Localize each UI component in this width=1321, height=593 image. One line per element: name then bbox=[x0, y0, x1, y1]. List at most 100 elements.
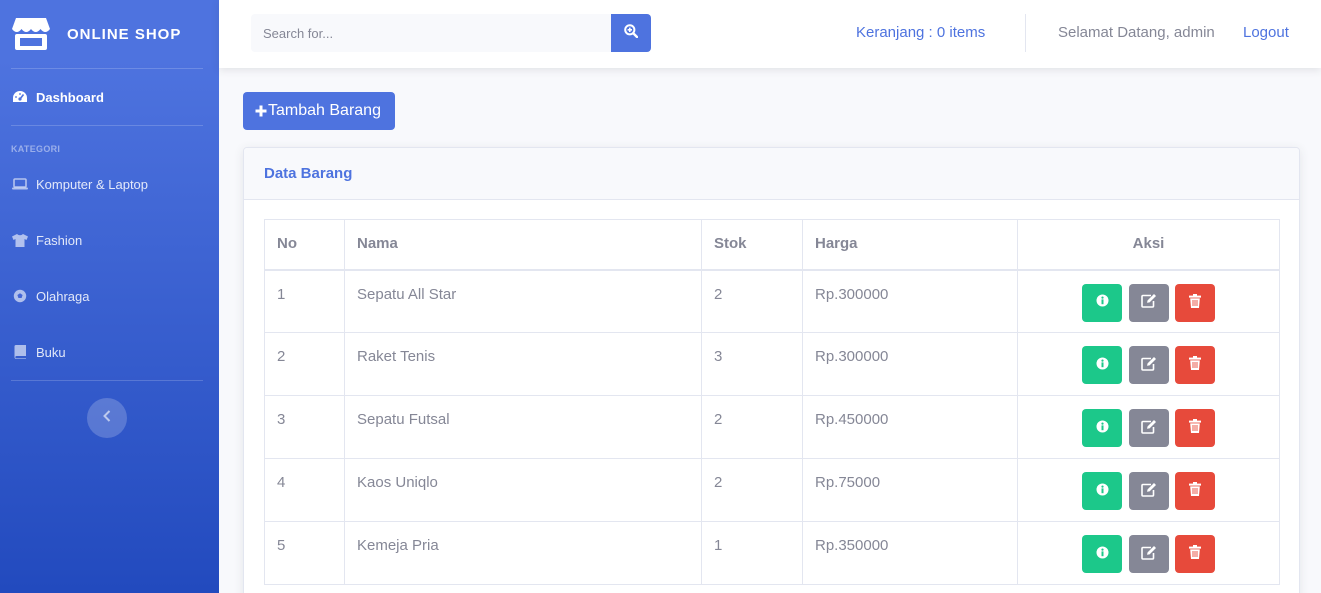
info-circle-icon bbox=[1096, 483, 1109, 500]
delete-button[interactable] bbox=[1174, 283, 1215, 322]
football-icon bbox=[12, 289, 28, 303]
cell-aksi bbox=[1017, 269, 1280, 333]
cell-aksi bbox=[1017, 332, 1280, 396]
cell-harga: Rp.300000 bbox=[802, 332, 1018, 396]
cell-stok: 3 bbox=[701, 332, 803, 396]
sidebar-item-dashboard[interactable]: Dashboard bbox=[0, 69, 219, 125]
cell-stok: 2 bbox=[701, 458, 803, 522]
chevron-left-icon bbox=[103, 409, 111, 427]
cell-nama: Kaos Uniqlo bbox=[344, 458, 702, 522]
edit-icon bbox=[1140, 419, 1157, 438]
card-header: Data Barang bbox=[244, 148, 1299, 200]
add-item-button[interactable]: Tambah Barang bbox=[243, 92, 395, 130]
cart-link[interactable]: Keranjang : 0 items bbox=[856, 24, 985, 41]
cell-stok: 2 bbox=[701, 395, 803, 459]
edit-button[interactable] bbox=[1128, 283, 1169, 322]
edit-icon bbox=[1140, 545, 1157, 564]
cell-no: 3 bbox=[264, 395, 345, 459]
table-header-row: No Nama Stok Harga Aksi bbox=[264, 219, 1280, 271]
topbar: Keranjang : 0 items Selamat Datang, admi… bbox=[219, 0, 1321, 68]
logout-link[interactable]: Logout bbox=[1243, 24, 1289, 41]
cell-aksi bbox=[1017, 395, 1280, 459]
search-plus-icon bbox=[624, 23, 639, 43]
sidebar: ONLINE SHOP Dashboard KATEGORI Komputer … bbox=[0, 0, 219, 593]
trash-icon bbox=[1188, 482, 1201, 500]
edit-button[interactable] bbox=[1128, 535, 1169, 573]
sidebar-item-fashion[interactable]: Fashion bbox=[0, 212, 219, 268]
column-header-nama: Nama bbox=[344, 219, 702, 271]
sidebar-item-olahraga[interactable]: Olahraga bbox=[0, 268, 219, 324]
column-header-aksi: Aksi bbox=[1017, 219, 1280, 271]
info-circle-icon bbox=[1096, 546, 1109, 563]
cell-aksi bbox=[1017, 458, 1280, 522]
edit-icon bbox=[1140, 482, 1157, 501]
sidebar-toggle-button[interactable] bbox=[87, 398, 127, 438]
search-button[interactable] bbox=[611, 14, 651, 52]
trash-icon bbox=[1188, 545, 1201, 563]
sidebar-divider bbox=[11, 125, 203, 126]
sidebar-item-label: Buku bbox=[36, 344, 66, 360]
column-header-no: No bbox=[264, 219, 345, 271]
items-table: No Nama Stok Harga Aksi 1 Sepatu All Sta… bbox=[264, 219, 1280, 585]
cell-harga: Rp.300000 bbox=[802, 269, 1018, 333]
sidebar-item-buku[interactable]: Buku bbox=[0, 324, 219, 380]
cell-nama: Kemeja Pria bbox=[344, 521, 702, 585]
detail-button[interactable] bbox=[1082, 535, 1123, 573]
delete-button[interactable] bbox=[1174, 535, 1215, 573]
welcome-text: Selamat Datang, admin bbox=[1058, 24, 1215, 41]
edit-icon bbox=[1140, 293, 1157, 312]
book-icon bbox=[12, 345, 28, 359]
delete-button[interactable] bbox=[1174, 346, 1215, 384]
cell-nama: Sepatu Futsal bbox=[344, 395, 702, 459]
plus-icon bbox=[255, 101, 267, 121]
table-body: 1 Sepatu All Star 2 Rp.300000 2 Raket Te… bbox=[264, 269, 1280, 585]
info-circle-icon bbox=[1096, 357, 1109, 374]
cell-stok: 2 bbox=[701, 269, 803, 333]
cell-nama: Raket Tenis bbox=[344, 332, 702, 396]
topbar-divider bbox=[1025, 14, 1026, 52]
delete-button[interactable] bbox=[1174, 409, 1215, 447]
sidebar-item-label: Fashion bbox=[36, 232, 83, 248]
edit-button[interactable] bbox=[1128, 409, 1169, 447]
tachometer-icon bbox=[12, 90, 28, 104]
detail-button[interactable] bbox=[1082, 346, 1123, 384]
cell-harga: Rp.75000 bbox=[802, 458, 1018, 522]
edit-button[interactable] bbox=[1128, 472, 1169, 510]
cell-nama: Sepatu All Star bbox=[344, 269, 702, 333]
table-container: No Nama Stok Harga Aksi 1 Sepatu All Sta… bbox=[264, 219, 1281, 585]
sidebar-item-komputer-laptop[interactable]: Komputer & Laptop bbox=[0, 156, 219, 212]
search-bar bbox=[251, 14, 651, 52]
detail-button[interactable] bbox=[1082, 472, 1123, 510]
edit-icon bbox=[1140, 356, 1157, 375]
cell-aksi bbox=[1017, 521, 1280, 585]
sidebar-heading: KATEGORI bbox=[11, 144, 61, 154]
cell-harga: Rp.350000 bbox=[802, 521, 1018, 585]
info-circle-icon bbox=[1096, 294, 1109, 311]
cell-stok: 1 bbox=[701, 521, 803, 585]
detail-button[interactable] bbox=[1082, 409, 1123, 447]
cell-no: 1 bbox=[264, 269, 345, 333]
brand[interactable]: ONLINE SHOP bbox=[0, 0, 219, 68]
card-title: Data Barang bbox=[264, 165, 353, 182]
trash-icon bbox=[1188, 419, 1201, 437]
sidebar-divider bbox=[11, 380, 203, 381]
sidebar-item-label: Dashboard bbox=[36, 89, 104, 105]
cell-no: 2 bbox=[264, 332, 345, 396]
table-row: 3 Sepatu Futsal 2 Rp.450000 bbox=[264, 395, 1280, 459]
trash-icon bbox=[1188, 356, 1201, 374]
delete-button[interactable] bbox=[1174, 472, 1215, 510]
store-icon bbox=[12, 17, 50, 51]
tshirt-icon bbox=[12, 233, 28, 247]
brand-name: ONLINE SHOP bbox=[67, 25, 182, 43]
table-row: 5 Kemeja Pria 1 Rp.350000 bbox=[264, 521, 1280, 585]
laptop-icon bbox=[12, 177, 28, 191]
info-circle-icon bbox=[1096, 420, 1109, 437]
cell-no: 5 bbox=[264, 521, 345, 585]
edit-button[interactable] bbox=[1128, 346, 1169, 384]
column-header-harga: Harga bbox=[802, 219, 1018, 271]
sidebar-item-label: Komputer & Laptop bbox=[36, 176, 149, 192]
add-item-label: Tambah Barang bbox=[268, 102, 381, 119]
sidebar-item-label: Olahraga bbox=[36, 288, 90, 304]
search-input[interactable] bbox=[251, 14, 611, 52]
detail-button[interactable] bbox=[1082, 283, 1123, 322]
